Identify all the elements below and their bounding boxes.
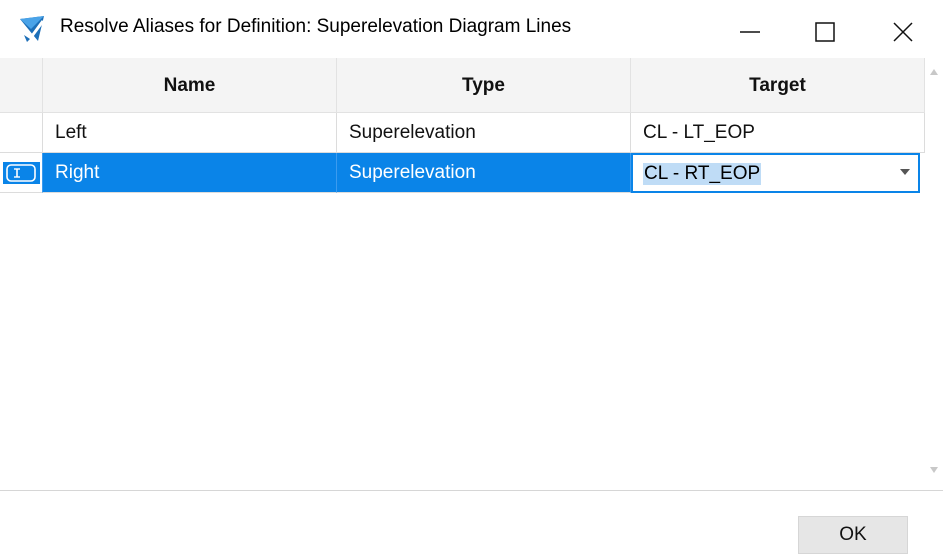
- target-dropdown[interactable]: CL - RT_EOP: [631, 153, 920, 193]
- close-button[interactable]: [890, 8, 934, 52]
- column-header-type[interactable]: Type: [337, 58, 631, 113]
- minimize-icon: [740, 31, 760, 33]
- row-selector[interactable]: [0, 153, 43, 193]
- table-row[interactable]: Right Superelevation CL - RT_EOP: [0, 153, 925, 193]
- row-selector-header: [0, 58, 43, 113]
- edit-row-indicator-icon: [3, 162, 40, 184]
- type-cell[interactable]: Superelevation: [337, 153, 631, 193]
- footer-divider: [0, 490, 943, 491]
- target-dropdown-value[interactable]: CL - RT_EOP: [643, 163, 762, 185]
- column-header-name[interactable]: Name: [43, 58, 337, 113]
- minimize-button[interactable]: [730, 8, 774, 52]
- scroll-down-icon[interactable]: [929, 466, 939, 474]
- vertical-scrollbar[interactable]: [925, 58, 943, 490]
- ok-button[interactable]: OK: [798, 516, 908, 554]
- title-bar: Resolve Aliases for Definition: Superele…: [0, 0, 943, 58]
- alias-grid: Name Type Target Left Superelevation CL …: [0, 58, 943, 490]
- close-icon: [893, 22, 913, 42]
- window-title: Resolve Aliases for Definition: Superele…: [60, 16, 572, 37]
- chevron-down-icon[interactable]: [900, 169, 910, 175]
- name-cell[interactable]: Right: [43, 153, 337, 193]
- scroll-up-icon[interactable]: [929, 68, 939, 76]
- table-row[interactable]: Left Superelevation CL - LT_EOP: [0, 113, 925, 153]
- maximize-icon: [815, 22, 835, 42]
- column-header-target[interactable]: Target: [631, 58, 925, 113]
- row-selector[interactable]: [0, 113, 43, 153]
- app-icon: [18, 15, 48, 43]
- target-cell[interactable]: CL - LT_EOP: [631, 113, 925, 153]
- name-cell[interactable]: Left: [43, 113, 337, 153]
- grid-header: Name Type Target: [0, 58, 925, 113]
- type-cell[interactable]: Superelevation: [337, 113, 631, 153]
- maximize-button[interactable]: [806, 8, 850, 52]
